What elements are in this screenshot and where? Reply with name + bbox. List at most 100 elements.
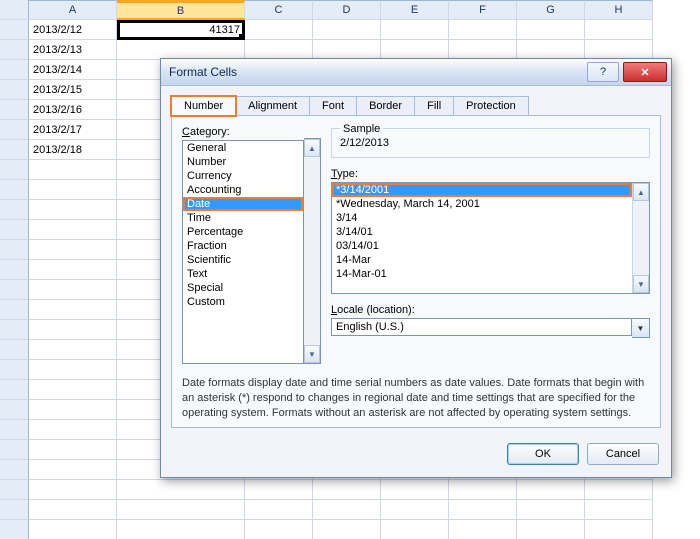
category-listbox[interactable]: GeneralNumberCurrencyAccountingDateTimeP…	[182, 140, 304, 364]
row-header[interactable]	[0, 20, 29, 40]
row-header[interactable]	[0, 260, 29, 280]
cell-G26[interactable]	[517, 520, 585, 539]
column-header-D[interactable]: D	[313, 0, 381, 20]
cell-A1[interactable]: 2013/2/12	[29, 20, 117, 40]
cell-D24[interactable]	[313, 480, 381, 500]
category-item[interactable]: Number	[183, 155, 303, 169]
row-header[interactable]	[0, 480, 29, 500]
tab-protection[interactable]: Protection	[453, 96, 529, 116]
cell-A14[interactable]	[29, 280, 117, 300]
row-header[interactable]	[0, 40, 29, 60]
cell-A25[interactable]	[29, 500, 117, 520]
row-header[interactable]	[0, 500, 29, 520]
category-item[interactable]: General	[183, 141, 303, 155]
cell-A19[interactable]	[29, 380, 117, 400]
row-header[interactable]	[0, 200, 29, 220]
cell-G1[interactable]	[517, 20, 585, 40]
row-header[interactable]	[0, 120, 29, 140]
column-header-A[interactable]: A	[29, 0, 117, 20]
cell-F2[interactable]	[449, 40, 517, 60]
cell-F1[interactable]	[449, 20, 517, 40]
column-header-H[interactable]: H	[585, 0, 653, 20]
type-listbox[interactable]: *3/14/2001*Wednesday, March 14, 20013/14…	[331, 182, 650, 294]
cell-C25[interactable]	[245, 500, 313, 520]
cell-C1[interactable]	[245, 20, 313, 40]
type-item[interactable]: 14-Mar-01	[332, 267, 632, 281]
locale-select[interactable]: English (U.S.)	[331, 318, 632, 336]
category-scrollbar[interactable]: ▲ ▼	[304, 138, 321, 364]
category-item[interactable]: Date	[183, 197, 303, 211]
type-item[interactable]: *3/14/2001	[332, 183, 632, 197]
cell-B25[interactable]	[117, 500, 245, 520]
category-item[interactable]: Percentage	[183, 225, 303, 239]
category-item[interactable]: Fraction	[183, 239, 303, 253]
cell-A20[interactable]	[29, 400, 117, 420]
category-item[interactable]: Special	[183, 281, 303, 295]
cell-B2[interactable]	[117, 40, 245, 60]
cell-B24[interactable]	[117, 480, 245, 500]
row-header[interactable]	[0, 180, 29, 200]
row-header[interactable]	[0, 520, 29, 539]
cell-G24[interactable]	[517, 480, 585, 500]
scroll-up-icon[interactable]: ▲	[304, 139, 320, 157]
row-header[interactable]	[0, 100, 29, 120]
column-header-E[interactable]: E	[381, 0, 449, 20]
cell-A2[interactable]: 2013/2/13	[29, 40, 117, 60]
row-header[interactable]	[0, 340, 29, 360]
row-header[interactable]	[0, 440, 29, 460]
scroll-down-icon[interactable]: ▼	[304, 345, 320, 363]
cell-A4[interactable]: 2013/2/15	[29, 80, 117, 100]
row-header[interactable]	[0, 420, 29, 440]
cell-E1[interactable]	[381, 20, 449, 40]
cancel-button[interactable]: Cancel	[587, 443, 659, 465]
cell-A13[interactable]	[29, 260, 117, 280]
row-header[interactable]	[0, 280, 29, 300]
type-item[interactable]: 3/14/01	[332, 225, 632, 239]
row-header[interactable]	[0, 160, 29, 180]
tab-border[interactable]: Border	[356, 96, 415, 116]
cell-D2[interactable]	[313, 40, 381, 60]
cell-A16[interactable]	[29, 320, 117, 340]
cell-A8[interactable]	[29, 160, 117, 180]
tab-number[interactable]: Number	[171, 96, 236, 116]
cell-A17[interactable]	[29, 340, 117, 360]
scroll-down-icon[interactable]: ▼	[633, 275, 649, 293]
cell-A9[interactable]	[29, 180, 117, 200]
ok-button[interactable]: OK	[507, 443, 579, 465]
cell-F24[interactable]	[449, 480, 517, 500]
column-header-G[interactable]: G	[517, 0, 585, 20]
cell-A23[interactable]	[29, 460, 117, 480]
cell-E24[interactable]	[381, 480, 449, 500]
cell-H2[interactable]	[585, 40, 653, 60]
cell-D1[interactable]	[313, 20, 381, 40]
cell-A6[interactable]: 2013/2/17	[29, 120, 117, 140]
cell-A12[interactable]	[29, 240, 117, 260]
cell-F25[interactable]	[449, 500, 517, 520]
cell-C26[interactable]	[245, 520, 313, 539]
tab-alignment[interactable]: Alignment	[235, 96, 310, 116]
category-item[interactable]: Custom	[183, 295, 303, 309]
row-header[interactable]	[0, 380, 29, 400]
cell-B26[interactable]	[117, 520, 245, 539]
tab-font[interactable]: Font	[309, 96, 357, 116]
cell-A26[interactable]	[29, 520, 117, 539]
close-button[interactable]: ✕	[623, 62, 667, 82]
scroll-up-icon[interactable]: ▲	[633, 183, 649, 201]
cell-A24[interactable]	[29, 480, 117, 500]
row-header[interactable]	[0, 80, 29, 100]
cell-H25[interactable]	[585, 500, 653, 520]
row-header[interactable]	[0, 300, 29, 320]
cell-H26[interactable]	[585, 520, 653, 539]
category-item[interactable]: Scientific	[183, 253, 303, 267]
cell-H1[interactable]	[585, 20, 653, 40]
cell-A5[interactable]: 2013/2/16	[29, 100, 117, 120]
dialog-titlebar[interactable]: Format Cells ? ✕	[161, 59, 671, 86]
dropdown-button[interactable]: ▼	[632, 318, 650, 338]
cell-C24[interactable]	[245, 480, 313, 500]
cell-E26[interactable]	[381, 520, 449, 539]
row-header[interactable]	[0, 400, 29, 420]
type-item[interactable]: 14-Mar	[332, 253, 632, 267]
cell-D26[interactable]	[313, 520, 381, 539]
type-item[interactable]: 03/14/01	[332, 239, 632, 253]
cell-A18[interactable]	[29, 360, 117, 380]
